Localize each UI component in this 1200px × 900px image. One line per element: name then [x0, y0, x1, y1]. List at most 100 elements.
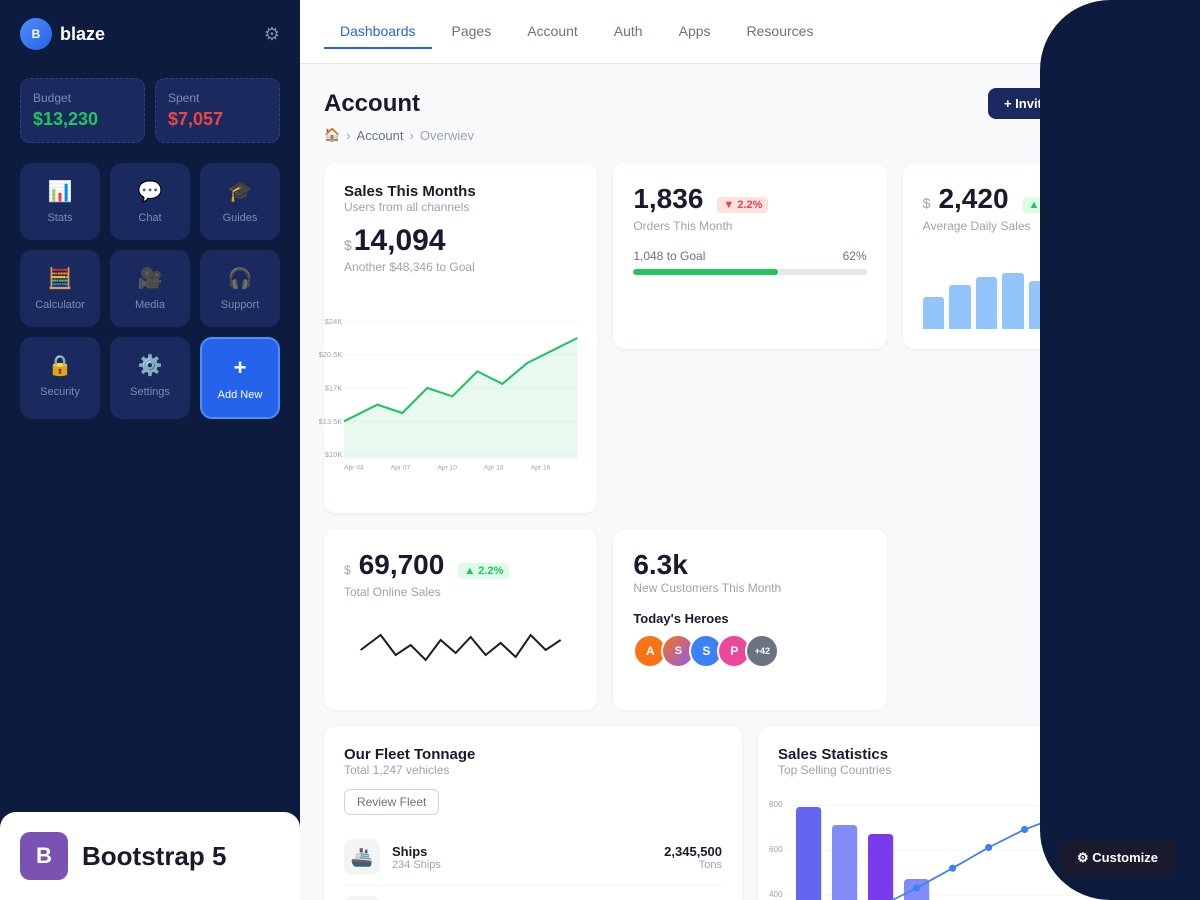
search-button[interactable]: 🔍	[1092, 14, 1128, 50]
hero-avatar-5: +42	[745, 634, 779, 668]
sales-stats-title: Sales Statistics	[778, 746, 1156, 763]
topnav-pages[interactable]: Pages	[436, 15, 508, 49]
daily-sales-card: $ 2,420 ▲ 2.6% Average Daily Sales	[903, 163, 1176, 349]
svg-text:100%: 100%	[1147, 800, 1168, 809]
orders-card: 1,836 ▼ 2.2% Orders This Month 1,048 to …	[613, 163, 886, 349]
online-sales-card: $ 69,700 ▲ 2.2% Total Online Sales	[324, 529, 597, 710]
heroes-section: Today's Heroes A S S P +42	[633, 611, 866, 668]
sidebar-item-settings[interactable]: ⚙️ Settings	[110, 337, 190, 419]
customize-button[interactable]: ⚙ Customize	[1059, 840, 1176, 876]
guides-icon: 🎓	[228, 179, 253, 204]
nav-label-security: Security	[40, 386, 80, 398]
bar-1	[923, 297, 944, 329]
svg-text:$13.5K: $13.5K	[319, 417, 343, 426]
ships-unit: Tons	[664, 859, 722, 871]
orders-progress: 1,048 to Goal 62%	[633, 249, 866, 275]
logo-text: blaze	[60, 24, 105, 45]
topnav-dashboards[interactable]: Dashboards	[324, 15, 432, 49]
sidebar-item-chat[interactable]: 💬 Chat	[110, 163, 190, 240]
sales-month-card: Sales This Months Users from all channel…	[324, 163, 597, 513]
online-prefix: $	[344, 563, 351, 577]
breadcrumb-overwiev: Overwiev	[420, 128, 474, 143]
page-actions: + Invite Create App	[988, 88, 1176, 119]
topnav-apps[interactable]: Apps	[663, 15, 727, 49]
spent-value: $7,057	[168, 109, 267, 130]
security-icon: 🔒	[48, 353, 73, 378]
heroes-avatars: A S S P +42	[633, 634, 866, 668]
menu-icon[interactable]: ⚙	[264, 24, 280, 45]
stats-icon: 📊	[48, 179, 73, 204]
sidebar-header: B blaze ⚙	[0, 0, 300, 68]
daily-prefix: $	[923, 195, 931, 211]
breadcrumb-sep1: ›	[346, 128, 350, 143]
nav-grid: 📊 Stats 💬 Chat 🎓 Guides 🧮 Calculator 🎥 M…	[0, 163, 300, 419]
bootstrap-icon: B	[20, 832, 68, 880]
bar-3	[976, 277, 997, 329]
bar-5	[1029, 281, 1050, 329]
svg-text:60%: 60%	[1147, 890, 1163, 899]
svg-text:600: 600	[769, 845, 783, 854]
main-scroll: Account + Invite Create App 🏠 › Account …	[300, 64, 1200, 900]
spent-card: Spent $7,057	[155, 78, 280, 143]
ships-value: 2,345,500 Tons	[664, 844, 722, 871]
sidebar-item-support[interactable]: 🎧 Support	[200, 250, 280, 327]
calculator-icon: 🧮	[48, 266, 73, 291]
svg-text:400: 400	[769, 890, 783, 899]
svg-text:Apr 07: Apr 07	[391, 465, 411, 472]
sidebar-logo: B blaze	[20, 18, 105, 50]
review-fleet-button[interactable]: Review Fleet	[344, 789, 439, 815]
ships-icon: 🚢	[344, 839, 380, 875]
topnav-auth[interactable]: Auth	[598, 15, 659, 49]
svg-text:Apr 04: Apr 04	[344, 465, 364, 472]
svg-text:Apr 16: Apr 16	[531, 465, 551, 472]
topnav-items: Dashboards Pages Account Auth Apps Resou…	[324, 15, 1068, 49]
create-app-button[interactable]: Create App	[1075, 88, 1176, 119]
fleet-row-ships: 🚢 Ships 234 Ships 2,345,500 Tons	[344, 829, 722, 886]
sales-goal: Another $48,346 to Goal	[344, 260, 577, 274]
logo-icon: B	[20, 18, 52, 50]
budget-cards: Budget $13,230 Spent $7,057	[0, 68, 300, 163]
spent-label: Spent	[168, 91, 267, 105]
orders-badge: ▼ 2.2%	[717, 197, 768, 213]
nav-label-media: Media	[135, 299, 165, 311]
user-avatar[interactable]: U	[1140, 14, 1176, 50]
sidebar-item-stats[interactable]: 📊 Stats	[20, 163, 100, 240]
topnav-account[interactable]: Account	[511, 15, 594, 49]
content-area: Account + Invite Create App 🏠 › Account …	[300, 64, 1200, 900]
main-content: Dashboards Pages Account Auth Apps Resou…	[300, 0, 1200, 900]
sidebar-item-calculator[interactable]: 🧮 Calculator	[20, 250, 100, 327]
breadcrumb-sep2: ›	[410, 128, 414, 143]
fleet-card: Our Fleet Tonnage Total 1,247 vehicles R…	[324, 726, 742, 900]
progress-bar	[633, 269, 866, 275]
online-badge: ▲ 2.2%	[458, 563, 509, 579]
sidebar-item-security[interactable]: 🔒 Security	[20, 337, 100, 419]
invite-button[interactable]: + Invite	[988, 88, 1065, 119]
ships-info: Ships 234 Ships	[392, 844, 652, 871]
bar-2	[949, 285, 970, 329]
progress-fill	[633, 269, 778, 275]
sidebar-item-guides[interactable]: 🎓 Guides	[200, 163, 280, 240]
nav-label-calculator: Calculator	[35, 299, 85, 311]
sidebar-item-add-new[interactable]: + Add New	[200, 337, 280, 419]
wavy-chart	[344, 615, 577, 685]
sidebar-item-media[interactable]: 🎥 Media	[110, 250, 190, 327]
topnav-resources[interactable]: Resources	[731, 15, 830, 49]
fleet-title: Our Fleet Tonnage	[344, 746, 722, 763]
sales-line-chart: $24K $20.5K $17K $13.5K $10K Apr 04 Apr …	[344, 288, 577, 488]
topnav: Dashboards Pages Account Auth Apps Resou…	[300, 0, 1200, 64]
media-icon: 🎥	[138, 266, 163, 291]
bootstrap-label: Bootstrap 5	[82, 841, 226, 872]
breadcrumb-account[interactable]: Account	[357, 128, 404, 143]
svg-text:$17K: $17K	[325, 383, 342, 392]
svg-text:$24K: $24K	[325, 317, 342, 326]
customers-value: 6.3k	[633, 549, 688, 580]
page-title: Account	[324, 90, 420, 118]
online-value: 69,700	[359, 549, 445, 581]
budget-label: Budget	[33, 91, 132, 105]
online-dot	[1166, 40, 1176, 50]
bar-8	[1108, 269, 1129, 329]
daily-label: Average Daily Sales	[923, 219, 1156, 233]
sales-prefix: $	[344, 237, 352, 253]
budget-value: $13,230	[33, 109, 132, 130]
nav-label-settings: Settings	[130, 386, 170, 398]
